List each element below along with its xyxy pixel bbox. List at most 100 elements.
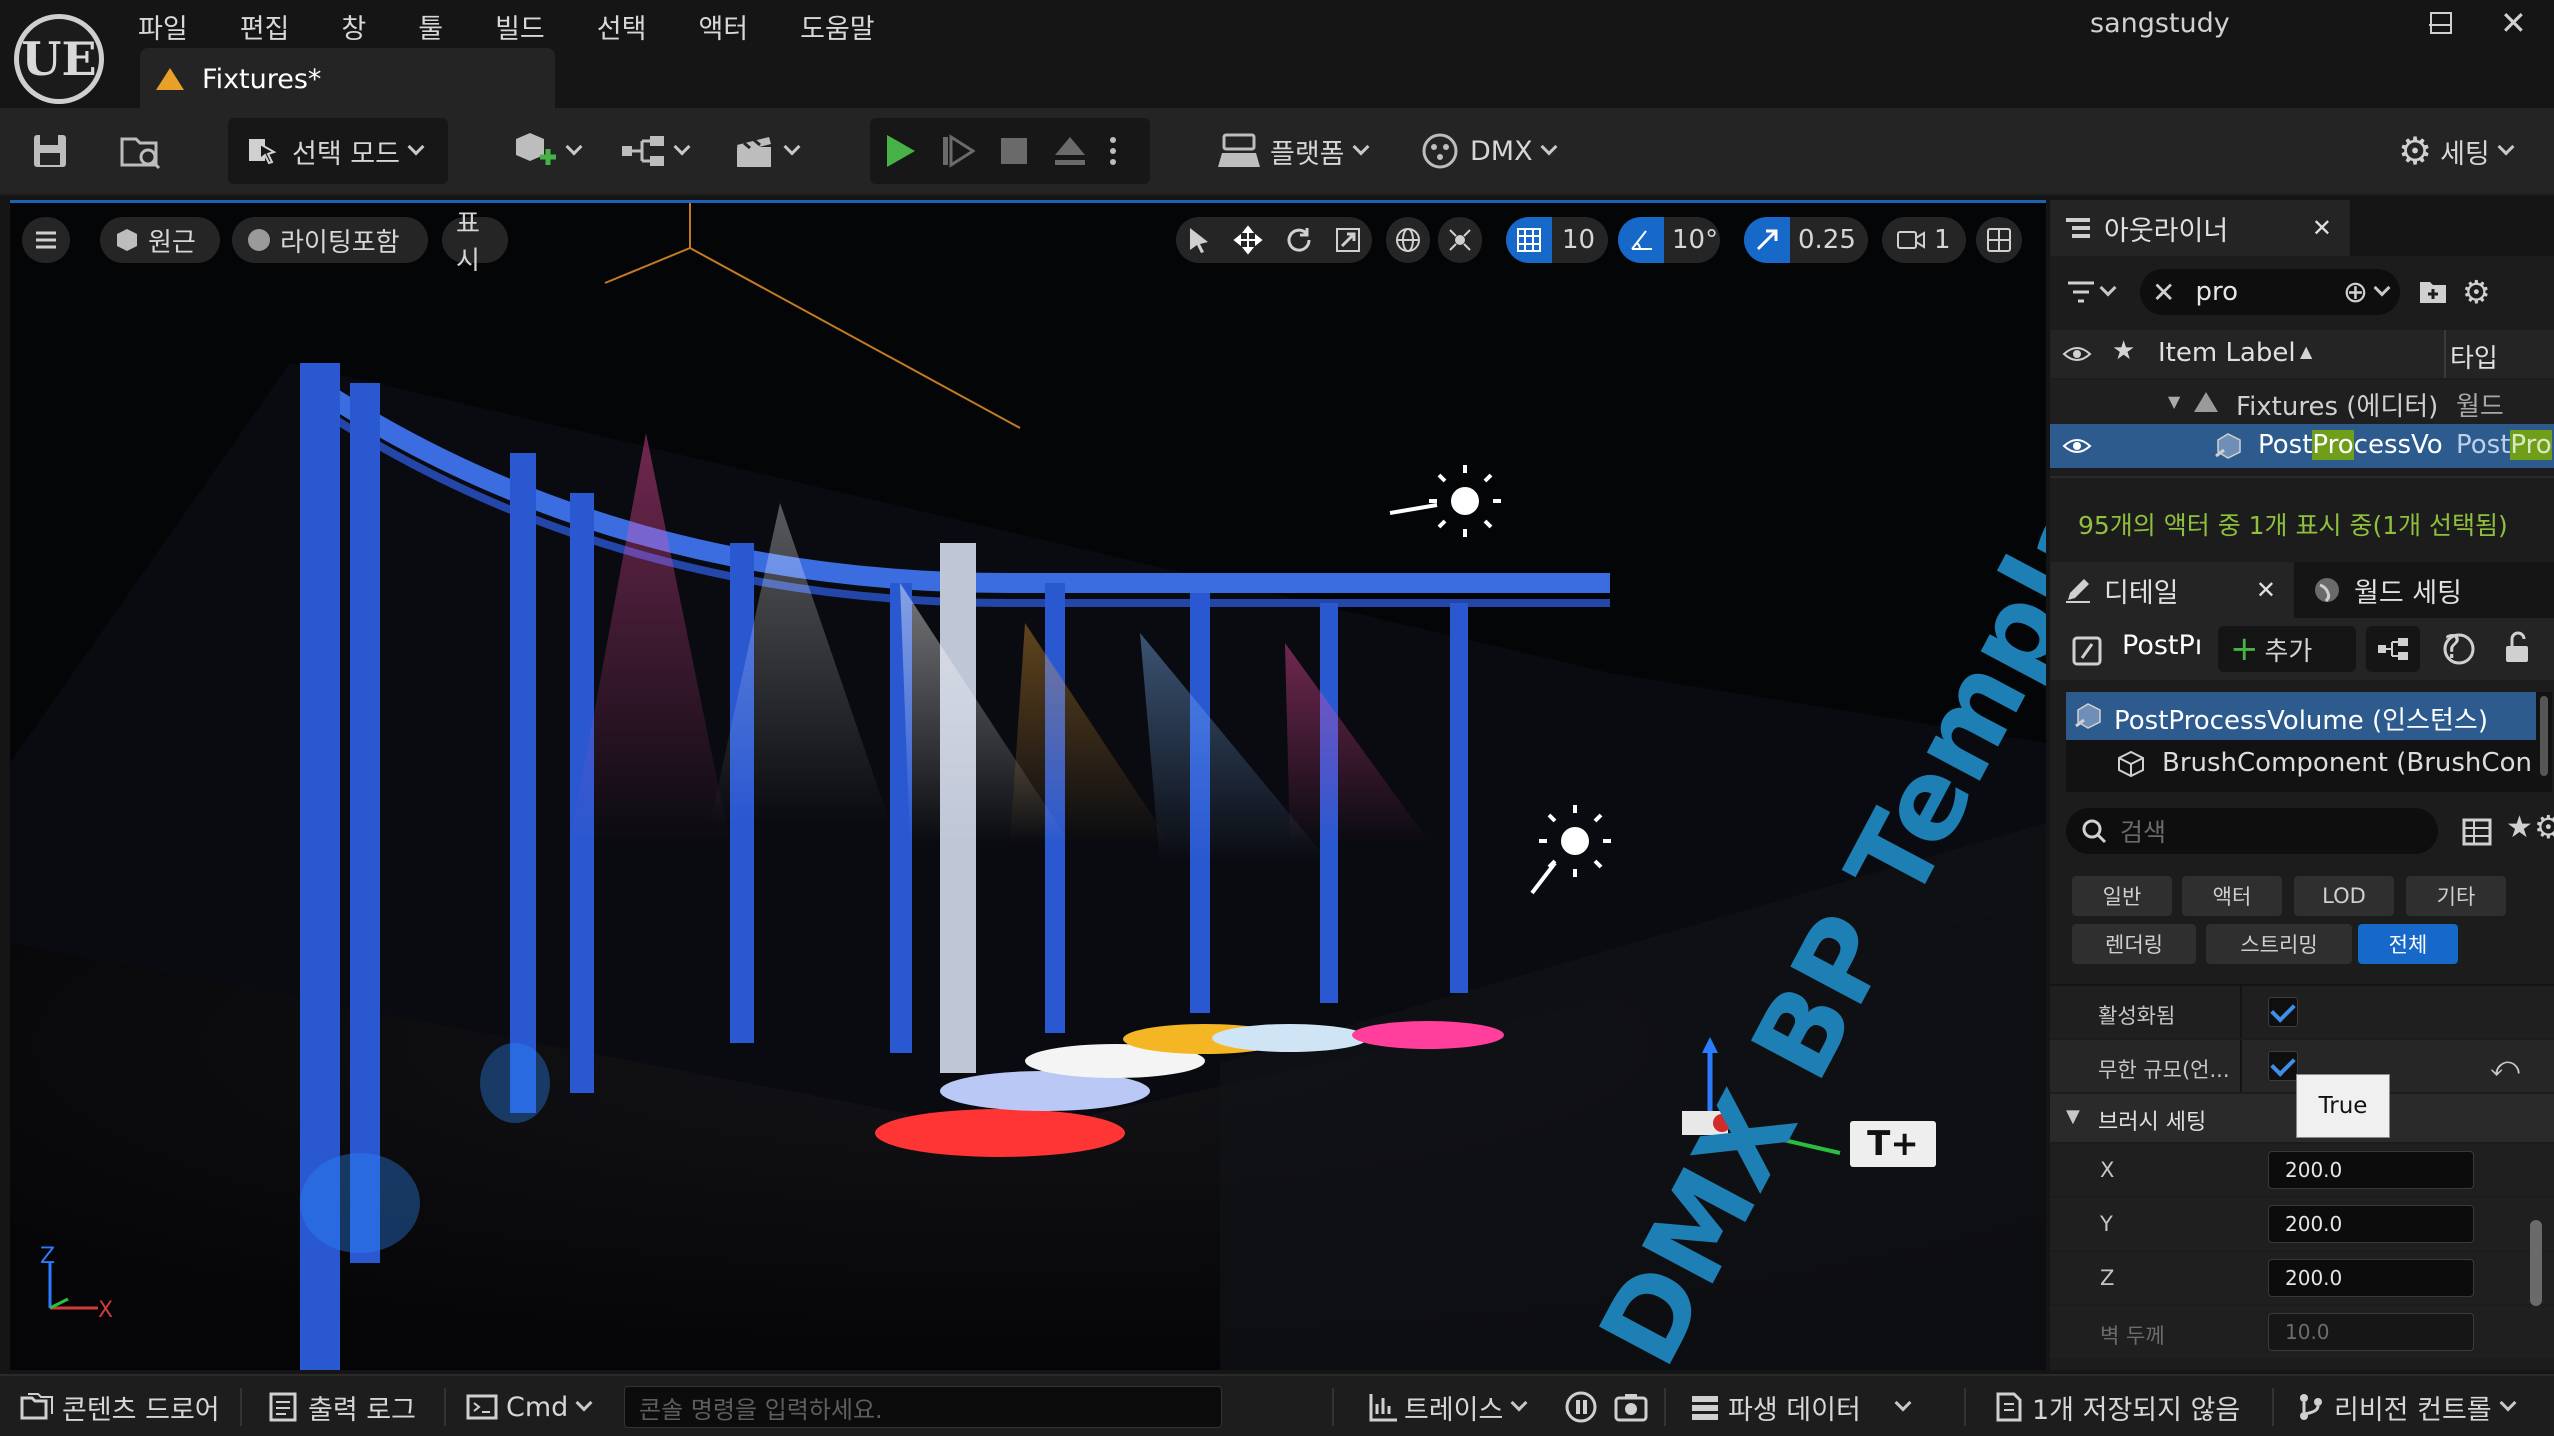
dmx-dropdown[interactable]: DMX: [1420, 118, 1560, 184]
visibility-eye-icon[interactable]: [2062, 436, 2092, 456]
show-button[interactable]: 표시: [442, 209, 508, 276]
item-label-column[interactable]: Item Label: [2158, 338, 2296, 368]
details-tab[interactable]: 디테일 ✕: [2050, 562, 2294, 618]
world-settings-tab[interactable]: 월드 세팅: [2312, 562, 2542, 618]
viewport-menu-button[interactable]: [22, 217, 70, 263]
text-actor-icon[interactable]: T+: [1850, 1121, 1936, 1167]
filter-misc[interactable]: 기타: [2406, 876, 2506, 916]
unbound-checkbox[interactable]: [2268, 1051, 2298, 1081]
filter-actor[interactable]: 액터: [2182, 876, 2282, 916]
component-root-row[interactable]: PostProcessVolume (인스턴스): [2066, 692, 2536, 740]
eject-button[interactable]: [1042, 135, 1098, 167]
filter-dropdown[interactable]: [2066, 279, 2136, 304]
outliner-settings-gear-icon[interactable]: ⚙: [2462, 273, 2491, 311]
unlock-icon[interactable]: [2502, 630, 2532, 664]
details-settings-gear-icon[interactable]: ⚙: [2534, 808, 2554, 846]
scale-snap-toggle[interactable]: [1744, 217, 1790, 263]
cmd-dropdown[interactable]: Cmd: [466, 1376, 593, 1436]
details-search-input[interactable]: 검색: [2066, 808, 2438, 854]
unreal-logo-icon[interactable]: UE: [14, 14, 104, 104]
filter-streaming[interactable]: 스트리밍: [2206, 924, 2352, 964]
camera-speed-control[interactable]: 1: [1882, 217, 1966, 263]
world-local-toggle[interactable]: [1386, 217, 1430, 263]
menu-build[interactable]: 빌드: [495, 7, 545, 46]
z-value-field[interactable]: 200.0: [2268, 1259, 2474, 1297]
clear-search-icon[interactable]: ✕: [2152, 276, 2175, 309]
eye-icon[interactable]: [2062, 344, 2092, 364]
reset-to-default-icon[interactable]: ⤺: [2490, 1050, 2520, 1084]
close-icon[interactable]: ✕: [2256, 576, 2276, 604]
menu-actor[interactable]: 액터: [698, 7, 748, 46]
cinematics-button[interactable]: [734, 118, 814, 184]
x-value-field[interactable]: 200.0: [2268, 1151, 2474, 1189]
details-scrollbar[interactable]: [2530, 1220, 2542, 1306]
add-component-button[interactable]: + 추가: [2218, 626, 2356, 672]
help-circle-icon[interactable]: [2442, 632, 2476, 666]
scale-icon[interactable]: [1334, 226, 1362, 254]
component-child-row[interactable]: BrushComponent (BrushCon: [2066, 740, 2536, 788]
surface-snap-toggle[interactable]: [1438, 217, 1482, 263]
outliner-row-world[interactable]: ▼ Fixtures (에디터) 월드: [2050, 380, 2554, 424]
outliner-row-selected[interactable]: Post Pro cessVo Post Pro: [2050, 424, 2554, 468]
close-icon[interactable]: ✕: [2312, 214, 2332, 242]
property-matrix-icon[interactable]: [2462, 818, 2492, 846]
select-arrow-icon[interactable]: [1186, 226, 1212, 254]
revision-control-dropdown[interactable]: 리비전 컨트롤: [2296, 1376, 2517, 1436]
stop-button[interactable]: [986, 136, 1042, 166]
add-folder-icon[interactable]: [2418, 278, 2448, 306]
unsaved-assets-button[interactable]: 1개 저장되지 않음: [1994, 1376, 2240, 1436]
filter-rendering[interactable]: 렌더링: [2072, 924, 2196, 964]
menu-window[interactable]: 창: [341, 7, 366, 46]
add-actor-button[interactable]: [510, 118, 590, 184]
rotation-snap-toggle[interactable]: [1618, 217, 1664, 263]
menu-edit[interactable]: 편집: [240, 7, 290, 46]
trace-dropdown[interactable]: 트레이스: [1368, 1376, 1528, 1436]
menu-select[interactable]: 선택: [597, 7, 647, 46]
add-filter-icon[interactable]: ⊕: [2343, 275, 2368, 310]
scale-snap-control[interactable]: 0.25: [1744, 217, 1868, 263]
expand-arrow-icon[interactable]: ▼: [2168, 392, 2180, 411]
level-viewport[interactable]: DMX BP Template Z X T+ 원근 라이팅포함 표시: [10, 200, 2046, 1370]
component-scrollbar[interactable]: [2540, 696, 2548, 776]
move-icon[interactable]: [1233, 225, 1263, 255]
view-mode-button[interactable]: 라이팅포함: [232, 217, 428, 263]
browse-button[interactable]: [118, 118, 174, 184]
menu-file[interactable]: 파일: [138, 7, 188, 46]
filter-lod[interactable]: LOD: [2294, 876, 2394, 916]
document-tab[interactable]: Fixtures*: [140, 48, 555, 110]
type-column[interactable]: 타입: [2450, 338, 2498, 375]
viewport-layout-button[interactable]: [1976, 217, 2022, 263]
rotation-snap-control[interactable]: 10°: [1618, 217, 1720, 263]
y-value-field[interactable]: 200.0: [2268, 1205, 2474, 1243]
grid-snap-control[interactable]: 10: [1506, 217, 1608, 263]
filter-general[interactable]: 일반: [2072, 876, 2172, 916]
save-button[interactable]: [30, 118, 80, 184]
outliner-search-input[interactable]: ✕ pro ⊕: [2140, 269, 2400, 315]
settings-dropdown[interactable]: ⚙ 세팅: [2398, 118, 2538, 184]
advance-frame-button[interactable]: [930, 133, 986, 169]
outliner-tab[interactable]: 아웃라이너 ✕: [2050, 200, 2350, 256]
grid-snap-toggle[interactable]: [1506, 217, 1552, 263]
console-command-input[interactable]: 콘솔 명령을 입력하세요.: [624, 1386, 1222, 1428]
menu-tools[interactable]: 툴: [418, 7, 443, 46]
enabled-checkbox[interactable]: [2268, 997, 2298, 1027]
play-button[interactable]: [870, 133, 930, 169]
close-window-icon[interactable]: ✕: [2500, 4, 2527, 42]
output-log-button[interactable]: 출력 로그: [268, 1376, 416, 1436]
record-button[interactable]: [1564, 1376, 1598, 1436]
screenshot-button[interactable]: [1614, 1376, 1648, 1436]
blueprint-convert-button[interactable]: [2366, 626, 2420, 672]
blueprint-button[interactable]: [620, 118, 700, 184]
menu-help[interactable]: 도움말: [800, 7, 875, 46]
favorites-star-icon[interactable]: ★: [2506, 810, 2533, 845]
chevron-down-icon[interactable]: [2373, 279, 2391, 297]
rotate-icon[interactable]: [1285, 226, 1313, 254]
maximize-icon[interactable]: [2430, 12, 2452, 34]
content-drawer-button[interactable]: 콘텐츠 드로어: [20, 1376, 220, 1436]
wall-thickness-field[interactable]: 10.0: [2268, 1313, 2474, 1351]
perspective-button[interactable]: 원근: [100, 217, 220, 263]
filter-all[interactable]: 전체: [2358, 924, 2458, 964]
play-options-button[interactable]: [1098, 137, 1128, 165]
select-mode-dropdown[interactable]: 선택 모드: [228, 118, 448, 184]
pin-star-icon[interactable]: ★: [2112, 336, 2135, 366]
